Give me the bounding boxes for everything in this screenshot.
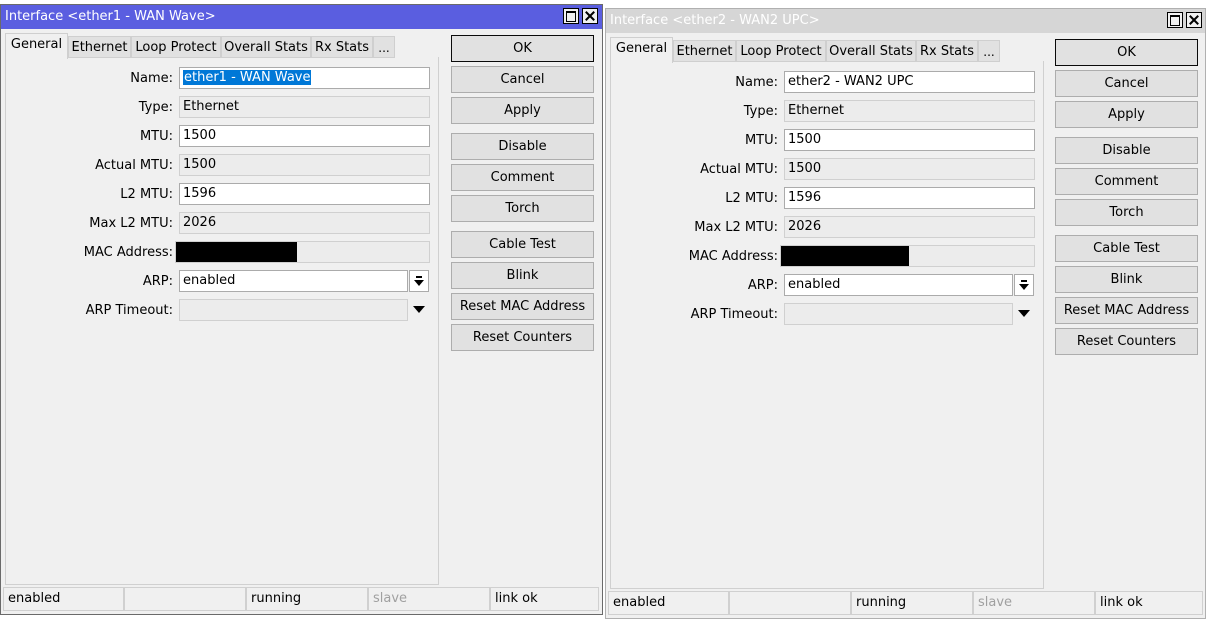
tab-rx-stats[interactable]: Rx Stats	[916, 40, 978, 62]
mtu-input[interactable]: 1500	[179, 125, 430, 147]
status-slave: slave	[973, 591, 1095, 615]
redaction-block	[781, 246, 909, 266]
name-value: ether1 - WAN Wave	[183, 70, 312, 85]
apply-button[interactable]: Apply	[1055, 101, 1198, 128]
arp-select[interactable]: enabled	[179, 270, 408, 292]
mtu-input[interactable]: 1500	[784, 129, 1035, 151]
ok-button[interactable]: OK	[451, 35, 594, 62]
apply-button[interactable]: Apply	[451, 97, 594, 124]
type-field: Ethernet	[784, 100, 1035, 122]
arp-timeout-label: ARP Timeout:	[85, 303, 173, 318]
status-running: running	[851, 591, 973, 615]
l2mtu-input[interactable]: 1596	[179, 183, 430, 205]
arp-timeout-input[interactable]	[784, 303, 1013, 325]
arp-timeout-label: ARP Timeout:	[690, 307, 778, 322]
mtu-label: MTU:	[744, 133, 778, 148]
tab-overall-stats[interactable]: Overall Stats	[221, 36, 311, 58]
type-label: Type:	[138, 100, 173, 115]
name-label: Name:	[130, 71, 173, 86]
type-label: Type:	[743, 104, 778, 119]
status-empty	[729, 591, 851, 615]
cancel-button[interactable]: Cancel	[1055, 70, 1198, 97]
mtu-label: MTU:	[139, 129, 173, 144]
close-icon[interactable]	[582, 8, 598, 24]
maximize-icon[interactable]	[563, 8, 579, 24]
actual-mtu-label: Actual MTU:	[700, 162, 778, 177]
maximize-icon[interactable]	[1167, 12, 1183, 28]
tab-more[interactable]: ...	[978, 40, 1000, 62]
reset-counters-button[interactable]: Reset Counters	[451, 324, 594, 351]
arp-select[interactable]: enabled	[784, 274, 1013, 296]
cancel-button[interactable]: Cancel	[451, 66, 594, 93]
mac-address-label: MAC Address:	[83, 245, 173, 260]
reset-counters-button[interactable]: Reset Counters	[1055, 328, 1198, 355]
title-bar[interactable]: Interface <ether1 - WAN Wave>	[1, 5, 602, 29]
cable-test-button[interactable]: Cable Test	[451, 231, 594, 258]
cable-test-button[interactable]: Cable Test	[1055, 235, 1198, 262]
reset-mac-address-button[interactable]: Reset MAC Address	[1055, 297, 1198, 324]
blink-button[interactable]: Blink	[451, 262, 594, 289]
status-link-ok: link ok	[1095, 591, 1203, 615]
tab-loop-protect[interactable]: Loop Protect	[131, 36, 221, 58]
status-enabled: enabled	[3, 587, 124, 611]
interface-window-ether1: Interface <ether1 - WAN Wave> General Et…	[0, 4, 603, 615]
type-field: Ethernet	[179, 96, 430, 118]
status-running: running	[246, 587, 368, 611]
comment-button[interactable]: Comment	[451, 164, 594, 191]
window-title: Interface <ether2 - WAN2 UPC>	[610, 13, 820, 28]
close-icon[interactable]	[1186, 12, 1202, 28]
arp-dropdown-icon[interactable]	[1014, 274, 1034, 296]
torch-button[interactable]: Torch	[1055, 199, 1198, 226]
name-label: Name:	[735, 75, 778, 90]
tab-ethernet[interactable]: Ethernet	[673, 40, 736, 62]
ok-button[interactable]: OK	[1055, 39, 1198, 66]
arp-timeout-dropdown-icon[interactable]	[1018, 310, 1030, 317]
status-link-ok: link ok	[490, 587, 599, 611]
disable-button[interactable]: Disable	[451, 133, 594, 160]
l2mtu-label: L2 MTU:	[725, 191, 778, 206]
name-input[interactable]: ether2 - WAN2 UPC	[784, 71, 1035, 93]
actual-mtu-label: Actual MTU:	[95, 158, 173, 173]
redaction-block	[176, 242, 297, 262]
mac-address-field	[780, 245, 1035, 267]
name-input[interactable]: ether1 - WAN Wave	[179, 67, 430, 89]
tab-general[interactable]: General	[610, 37, 673, 63]
max-l2mtu-field: 2026	[179, 212, 430, 234]
tab-ethernet[interactable]: Ethernet	[68, 36, 131, 58]
mac-address-field	[175, 241, 430, 263]
arp-timeout-dropdown-icon[interactable]	[413, 306, 425, 313]
window-title: Interface <ether1 - WAN Wave>	[5, 9, 216, 24]
status-empty	[124, 587, 246, 611]
status-slave: slave	[368, 587, 490, 611]
tab-loop-protect[interactable]: Loop Protect	[736, 40, 826, 62]
tab-overall-stats[interactable]: Overall Stats	[826, 40, 916, 62]
max-l2mtu-label: Max L2 MTU:	[694, 220, 778, 235]
arp-dropdown-icon[interactable]	[409, 270, 429, 292]
reset-mac-address-button[interactable]: Reset MAC Address	[451, 293, 594, 320]
max-l2mtu-field: 2026	[784, 216, 1035, 238]
arp-timeout-input[interactable]	[179, 299, 408, 321]
mac-address-label: MAC Address:	[688, 249, 778, 264]
interface-window-ether2: Interface <ether2 - WAN2 UPC> General Et…	[605, 8, 1206, 619]
comment-button[interactable]: Comment	[1055, 168, 1198, 195]
tab-general[interactable]: General	[5, 33, 68, 59]
actual-mtu-field: 1500	[179, 154, 430, 176]
blink-button[interactable]: Blink	[1055, 266, 1198, 293]
arp-label: ARP:	[142, 274, 173, 289]
l2mtu-label: L2 MTU:	[120, 187, 173, 202]
l2mtu-input[interactable]: 1596	[784, 187, 1035, 209]
torch-button[interactable]: Torch	[451, 195, 594, 222]
disable-button[interactable]: Disable	[1055, 137, 1198, 164]
tab-rx-stats[interactable]: Rx Stats	[311, 36, 373, 58]
arp-label: ARP:	[747, 278, 778, 293]
max-l2mtu-label: Max L2 MTU:	[89, 216, 173, 231]
status-enabled: enabled	[608, 591, 729, 615]
actual-mtu-field: 1500	[784, 158, 1035, 180]
tab-more[interactable]: ...	[373, 36, 395, 58]
title-bar[interactable]: Interface <ether2 - WAN2 UPC>	[606, 9, 1205, 33]
